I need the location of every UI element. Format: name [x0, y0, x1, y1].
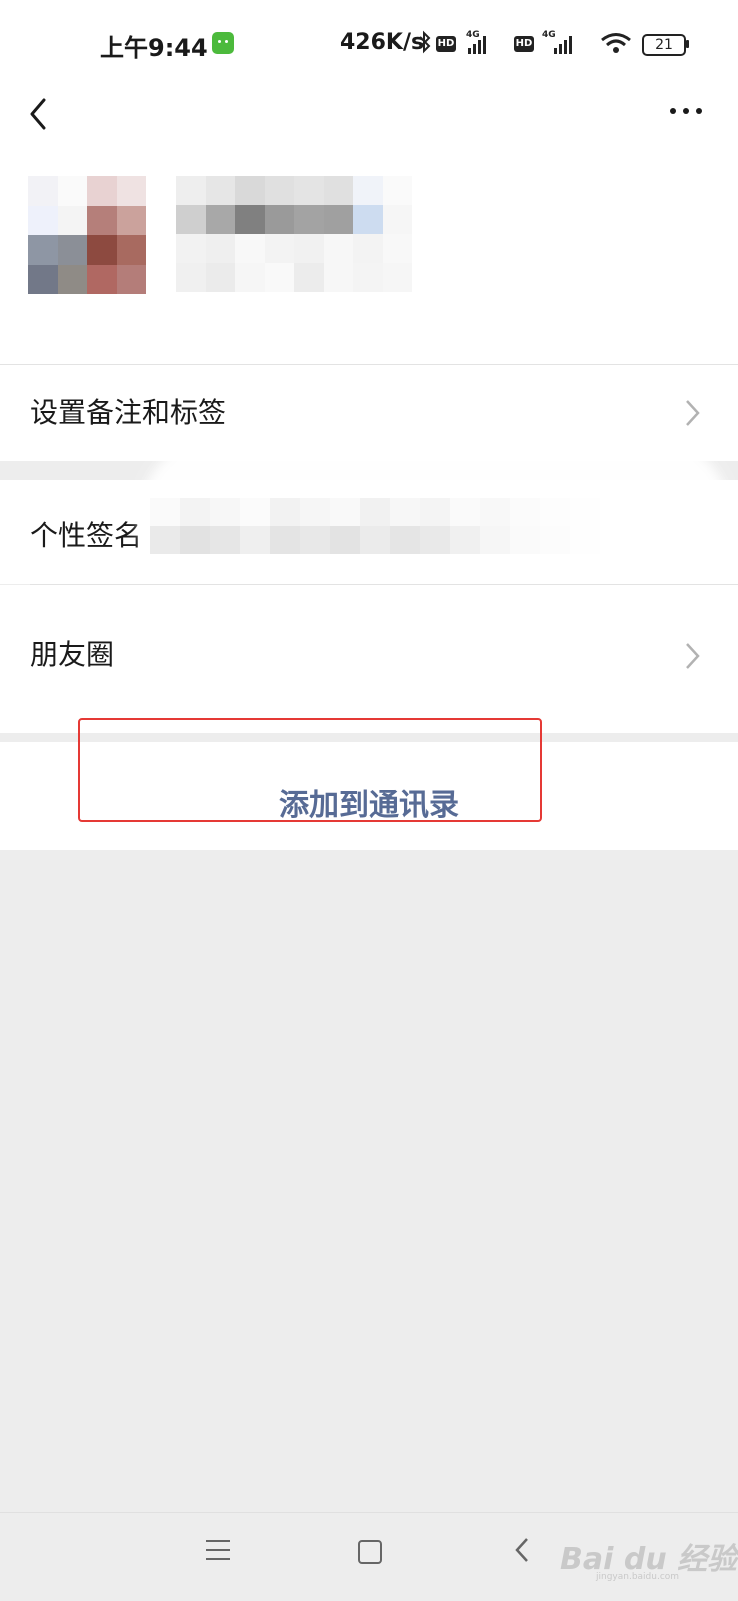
chevron-right-icon [686, 400, 700, 426]
home-icon[interactable] [358, 1540, 382, 1564]
set-remark-label: 设置备注和标签 [30, 396, 227, 429]
signal-icon [552, 34, 574, 54]
signature-mosaic [150, 498, 600, 554]
hd-badge: HD [436, 36, 456, 52]
back-icon[interactable] [514, 1536, 530, 1564]
network-speed: 426K/s [340, 30, 425, 55]
annotation-highlight-box [78, 718, 542, 822]
hd-badge: HD [514, 36, 534, 52]
chevron-right-icon [686, 643, 700, 669]
status-time: 上午9:44 [100, 34, 208, 62]
avatar[interactable] [28, 176, 146, 294]
menu-icon[interactable] [206, 1540, 230, 1560]
battery-icon: 21 [642, 34, 686, 56]
signature-label: 个性签名 [30, 519, 143, 552]
baidu-watermark-url: jingyan.baidu.com [596, 1572, 680, 1582]
back-chevron-icon[interactable] [26, 96, 56, 132]
moments-label: 朋友圈 [30, 638, 115, 671]
profile-name-mosaic [176, 176, 412, 292]
more-dots-icon[interactable] [668, 104, 704, 118]
bluetooth-icon [418, 30, 432, 60]
battery-nub [686, 40, 689, 48]
moments-row[interactable]: 朋友圈 [0, 585, 738, 733]
app-notification-icon [212, 32, 234, 54]
wifi-icon [600, 32, 632, 58]
signal-icon [466, 34, 488, 54]
